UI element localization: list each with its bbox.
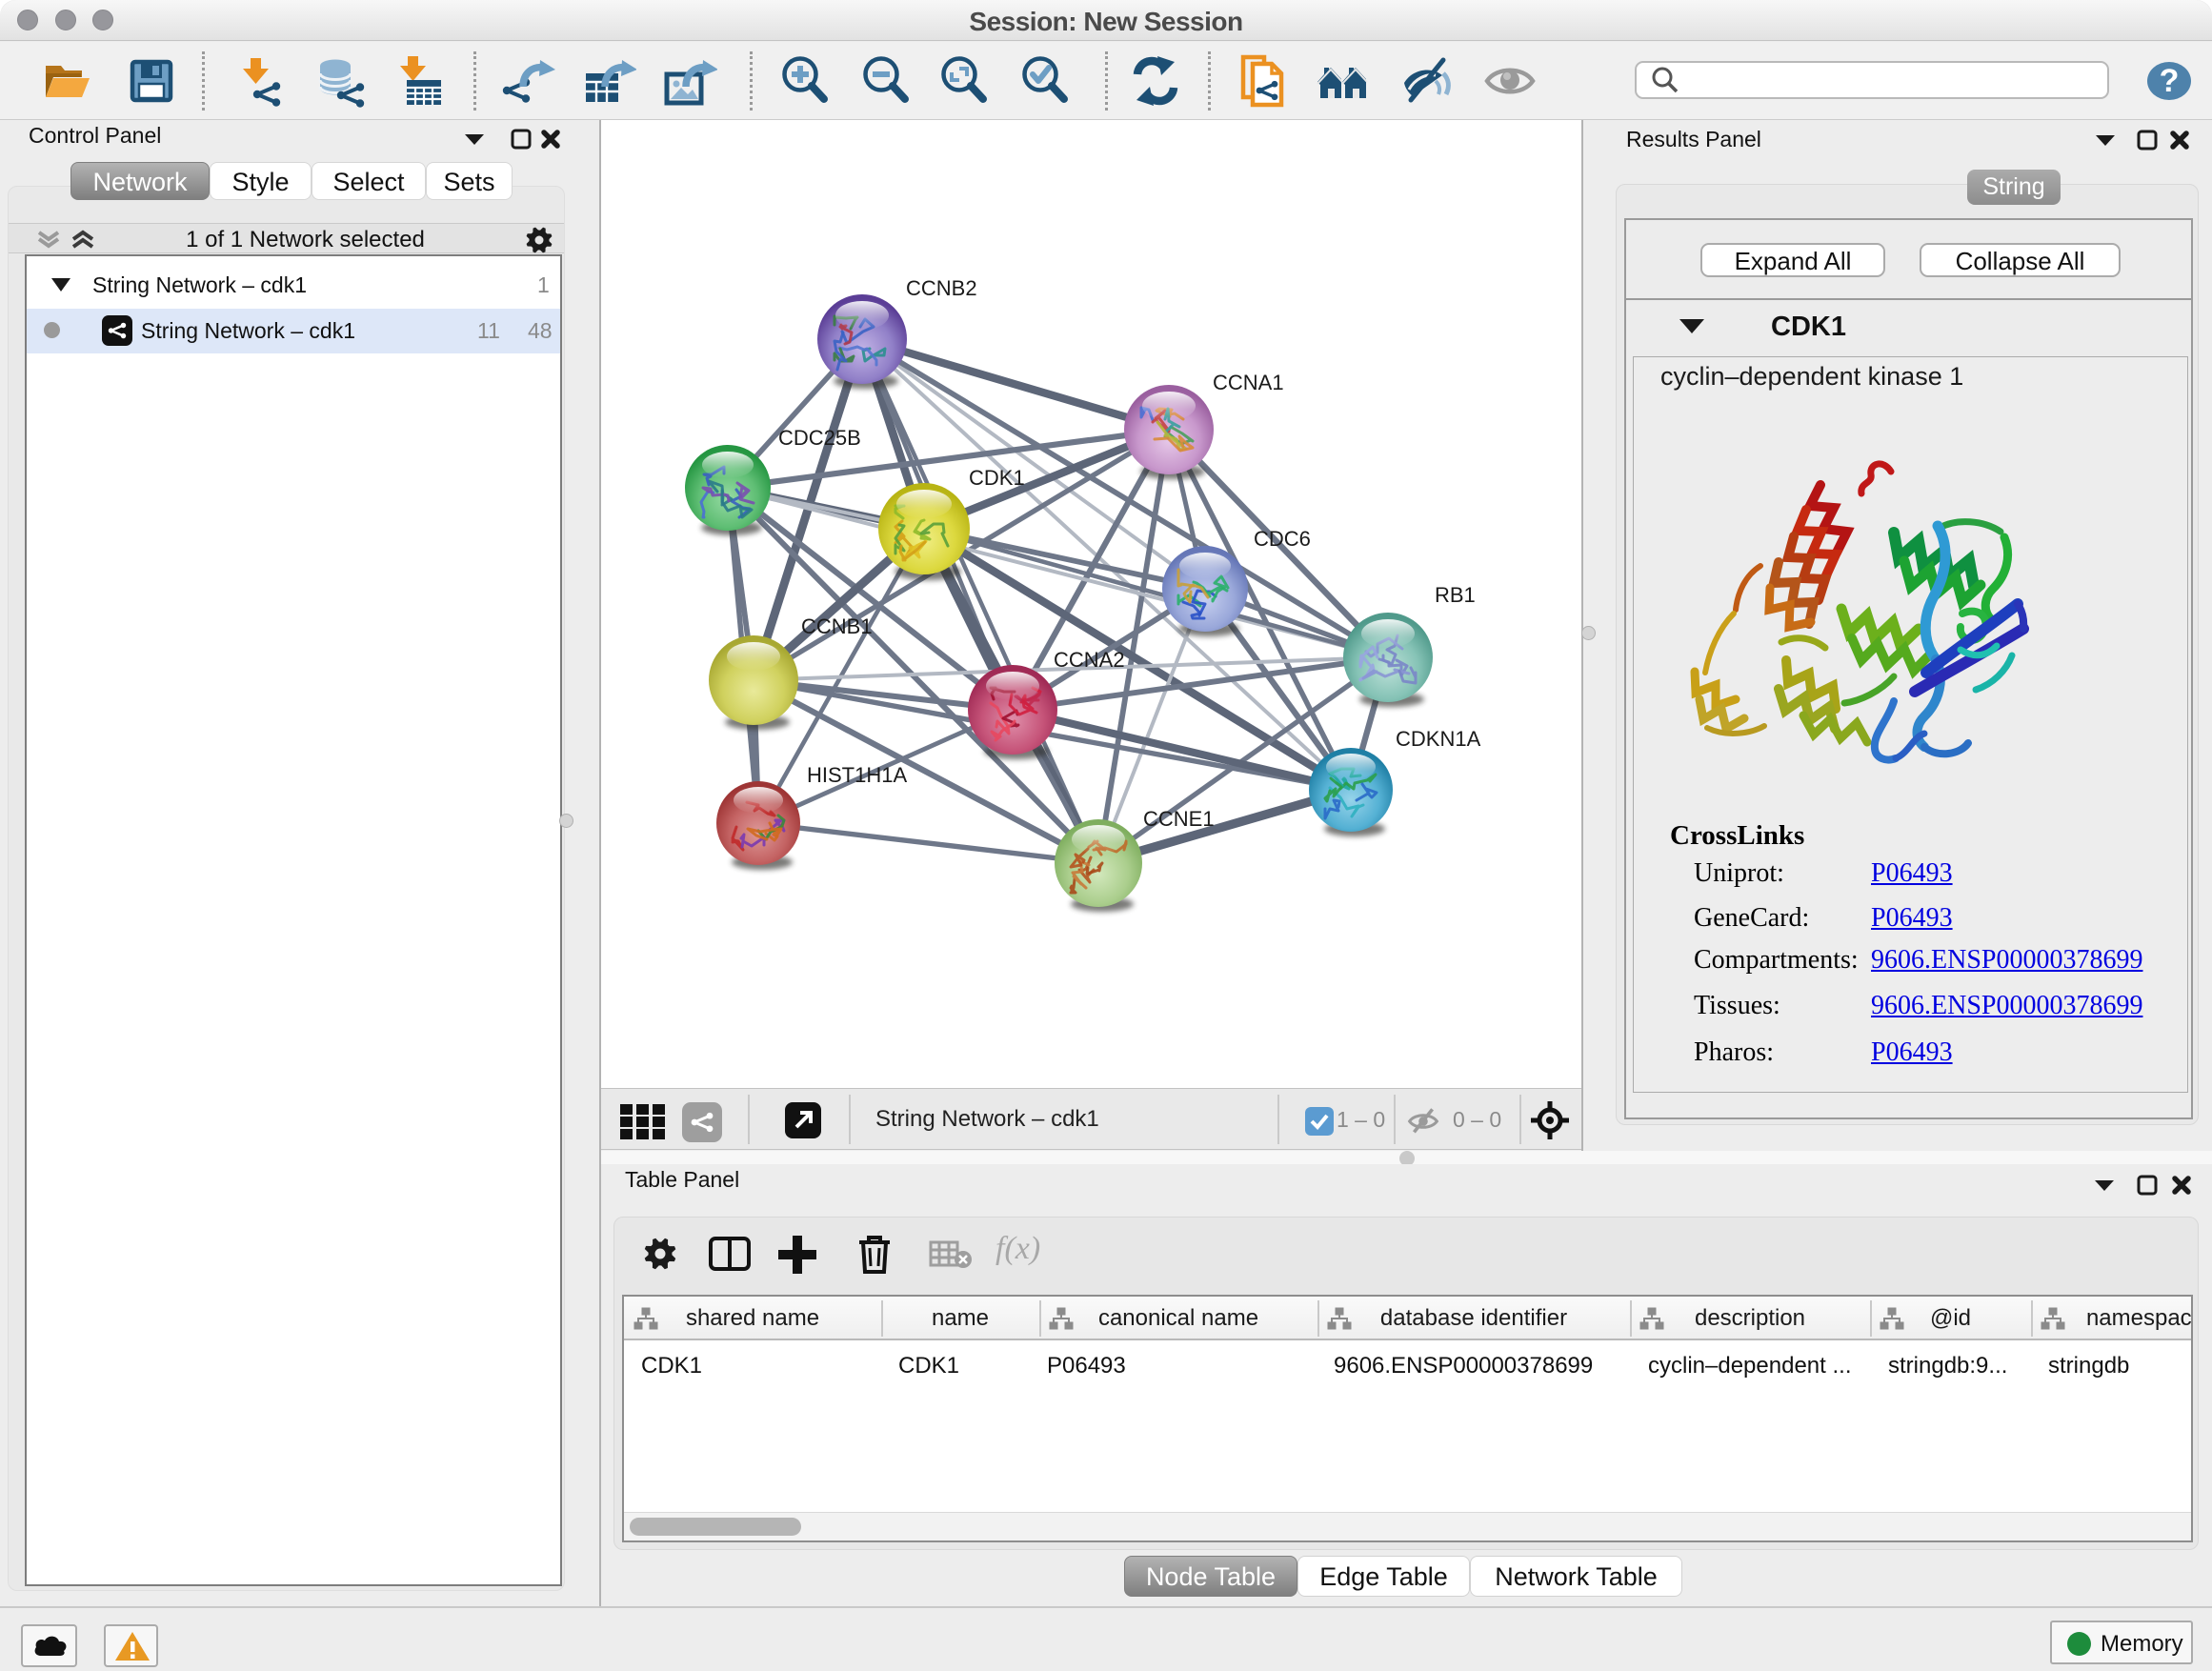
svg-text:CDKN1A: CDKN1A	[1396, 727, 1481, 751]
svg-text:CCNE1: CCNE1	[1143, 807, 1215, 831]
svg-text:CCNA2: CCNA2	[1054, 648, 1125, 672]
svg-text:CDK1: CDK1	[969, 466, 1025, 490]
svg-text:CDC25B: CDC25B	[778, 426, 861, 450]
svg-text:CCNB2: CCNB2	[906, 276, 977, 300]
svg-text:CCNA1: CCNA1	[1213, 371, 1284, 394]
svg-text:RB1: RB1	[1435, 583, 1476, 607]
svg-text:HIST1H1A: HIST1H1A	[807, 763, 907, 787]
svg-text:CCNB1: CCNB1	[801, 614, 873, 638]
svg-text:CDC6: CDC6	[1254, 527, 1311, 551]
